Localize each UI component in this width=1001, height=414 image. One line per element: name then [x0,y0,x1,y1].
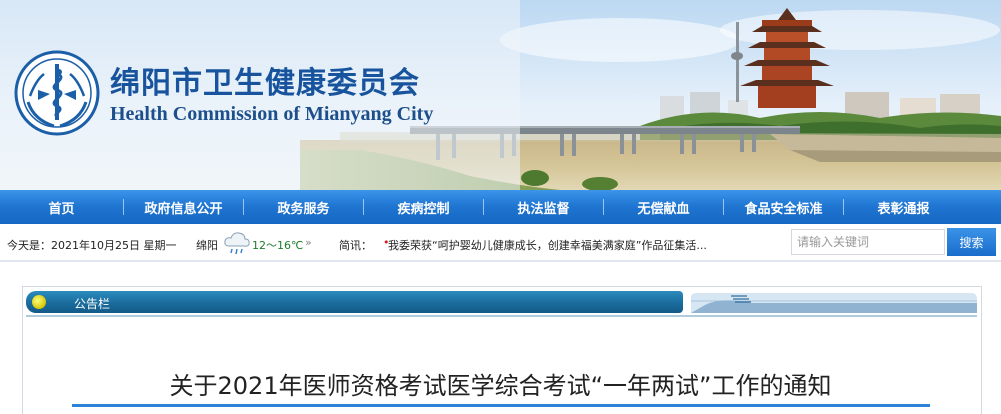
notice-board-header: 公告栏 [26,291,977,313]
news-ticker-label: 简讯： [339,239,372,252]
main-nav: 首页 政府信息公开 政务服务 疾病控制 执法监督 无偿献血 食品安全标准 表彰通… [0,190,1001,224]
nav-item-commendations[interactable]: 表彰通报 [844,198,963,217]
site-banner: 绵阳市卫生健康委员会 Health Commission of Mianyang… [0,0,1001,190]
search-input[interactable] [791,229,945,255]
site-title-chinese: 绵阳市卫生健康委员会 [110,66,420,101]
rain-cloud-icon [224,232,250,255]
nav-item-food-safety[interactable]: 食品安全标准 [724,198,843,217]
notice-board-tab: 公告栏 [26,291,683,313]
site-title-english: Health Commission of Mianyang City [110,103,434,125]
nav-item-blood-donation[interactable]: 无偿献血 [604,198,723,217]
health-commission-logo-icon [14,50,100,136]
nav-item-gov-services[interactable]: 政务服务 [244,198,363,217]
weather-more-chevron-icon[interactable]: » [305,236,312,249]
nav-item-disease-control[interactable]: 疾病控制 [364,198,483,217]
article-title: 关于2021年医师资格考试医学综合考试“一年两试”工作的通知 [169,372,832,400]
news-ticker-link[interactable]: 我委荣获“呵护婴幼儿健康成长，创建幸福美满家庭”作品征集活... [388,237,707,253]
article-title-underline [72,404,930,407]
notice-bullet-icon [32,295,46,309]
notice-board-decoration-icon [691,293,977,313]
notice-board-divider [26,315,977,317]
nav-item-gov-info[interactable]: 政府信息公开 [124,198,243,217]
nav-item-home[interactable]: 首页 [0,198,123,217]
nav-item-law-enforcement[interactable]: 执法监督 [484,198,603,217]
search-button[interactable]: 搜索 [947,228,996,256]
notice-board-label: 公告栏 [74,297,111,311]
weather-temperature: 12～16℃ [252,239,304,252]
current-date: 今天是：2021年10月25日 星期一 [7,239,177,252]
weather-city: 绵阳 [196,239,218,252]
